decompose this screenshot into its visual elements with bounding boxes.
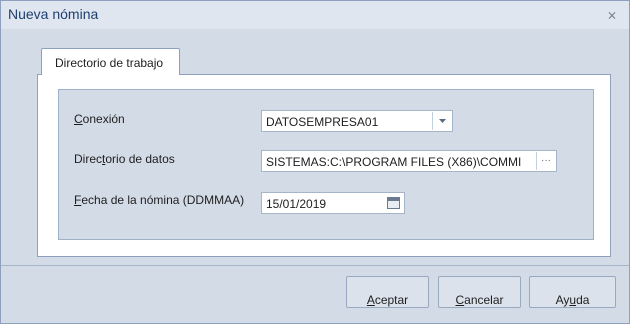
window-title: Nueva nómina [8, 6, 99, 22]
accept-button[interactable]: Aceptar [346, 276, 429, 308]
payroll-date-label: Fecha de la nómina (DDMMAA) [74, 193, 245, 207]
form-group: Conexión DATOSEMPRESA01 Directorio de da… [58, 89, 594, 240]
connection-value: DATOSEMPRESA01 [266, 115, 379, 129]
dialog-window: Nueva nómina ⨯ Directorio de trabajo Con… [0, 0, 630, 324]
data-directory-field[interactable]: SISTEMAS:C:\PROGRAM FILES (X86)\COMMI ··… [261, 150, 557, 172]
close-icon[interactable]: ⨯ [605, 8, 619, 22]
chevron-down-icon[interactable] [432, 112, 451, 130]
help-button[interactable]: Ayuda [529, 276, 616, 308]
tab-label: Directorio de trabajo [55, 56, 164, 70]
connection-combo[interactable]: DATOSEMPRESA01 [261, 110, 453, 132]
data-directory-label: Directorio de datos [74, 152, 175, 166]
payroll-date-value: 15/01/2019 [266, 197, 327, 211]
data-directory-value: SISTEMAS:C:\PROGRAM FILES (X86)\COMMI [266, 155, 522, 169]
cancel-button[interactable]: Cancelar [438, 276, 521, 308]
payroll-date-field[interactable]: 15/01/2019 [261, 192, 405, 214]
title-bar[interactable]: Nueva nómina ⨯ [1, 1, 629, 29]
tab-panel: Conexión DATOSEMPRESA01 Directorio de da… [37, 74, 611, 257]
calendar-icon[interactable] [384, 194, 403, 212]
connection-label: Conexión [74, 112, 125, 126]
tab-directorio-de-trabajo[interactable]: Directorio de trabajo [41, 48, 180, 75]
ellipsis-icon[interactable]: ··· [536, 152, 555, 170]
footer-divider [1, 265, 629, 266]
